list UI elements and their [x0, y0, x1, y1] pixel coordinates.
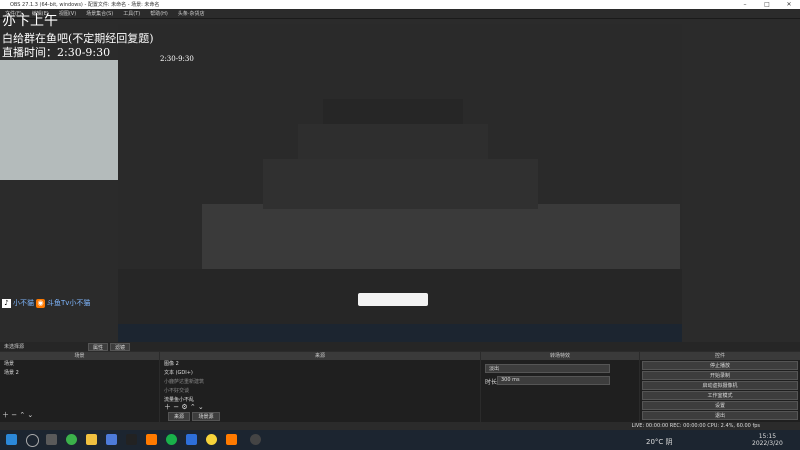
overlay-title: 亦卞上午 [2, 13, 58, 29]
start-icon[interactable] [6, 434, 17, 445]
stop-stream-button[interactable]: 停止播放 [642, 361, 798, 370]
properties-button[interactable]: 属性 [88, 343, 108, 351]
source-item[interactable]: 流量鱼小不乱 [160, 396, 480, 405]
overlay-schedule-small: 2:30-9:30 [160, 55, 194, 63]
nested-window-5 [323, 99, 463, 124]
source-item[interactable]: 小鹿萨达重新建筑 [160, 378, 480, 387]
obs-icon[interactable] [250, 434, 261, 445]
menu-help[interactable]: 帮助(H) [145, 9, 173, 18]
tab-scene-sources[interactable]: 场景源 [192, 412, 220, 421]
close-button[interactable]: ✕ [778, 0, 800, 9]
scene-item[interactable]: 场景 2 [0, 369, 159, 378]
minimize-button[interactable]: – [734, 0, 756, 9]
start-recording-button[interactable]: 开始录制 [642, 371, 798, 380]
brand-name-2: 斗鱼Tv小不猫 [47, 299, 91, 307]
nested-window-3 [263, 159, 538, 209]
window-title: OBS 27.1.3 (64-bit, windows) - 配置文件: 未命名… [10, 2, 160, 8]
status-text: LIVE: 00:00:00 REC: 00:00:00 CPU: 2.4%, … [631, 423, 760, 429]
taskview-icon[interactable] [46, 434, 57, 445]
controls-header: 控件 [640, 352, 800, 360]
settings-button[interactable]: 设置 [642, 401, 798, 410]
transitions-header: 转场特效 [481, 352, 639, 360]
start-virtual-camera-button[interactable]: 启动虚拟摄像机 [642, 381, 798, 390]
nested-ime-toolbar [358, 293, 428, 306]
search-icon[interactable] [26, 434, 39, 447]
transition-select[interactable]: 淡出 [485, 364, 610, 373]
overlay-schedule: 直播时间：2:30-9:30 [2, 46, 111, 59]
duration-input[interactable]: 300 ms [497, 376, 610, 385]
weather-text[interactable]: 20°C 阴 [646, 437, 673, 447]
app-icon-5[interactable] [206, 434, 217, 445]
scene-item[interactable]: 场景 [0, 360, 159, 369]
menu-scene-collection[interactable]: 场景集合(S) [81, 9, 118, 18]
source-controls[interactable]: ＋ − ⚙ ⌃ ⌄ [164, 402, 204, 412]
no-source-label: 未选择源 [4, 344, 25, 350]
windows-taskbar [0, 430, 800, 450]
source-item[interactable]: 小不好交谈 [160, 387, 480, 396]
app-icon-1[interactable] [86, 434, 97, 445]
clock[interactable]: 15:15 2022/3/20 [752, 433, 783, 447]
menu-extra[interactable]: 头条·杂货店 [173, 9, 210, 18]
duration-label: 时长 [485, 379, 498, 386]
clock-time: 15:15 [758, 433, 777, 440]
app-icon-2[interactable] [106, 434, 117, 445]
menu-tools[interactable]: 工具(T) [118, 9, 145, 18]
status-bar: LIVE: 00:00:00 REC: 00:00:00 CPU: 2.4%, … [0, 423, 800, 430]
nested-window-2 [202, 204, 680, 274]
douyu-icon: ◉ [36, 298, 45, 308]
tab-sources[interactable]: 来源 [168, 412, 190, 421]
studio-mode-button[interactable]: 工作室模式 [642, 391, 798, 400]
brand-badges: ♪ 小不貓 ◉ 斗鱼Tv小不猫 [2, 298, 90, 308]
source-toolbar: 未选择源 属性 滤镜 [0, 342, 800, 351]
transitions-dock: 转场特效 淡出 时长 300 ms [481, 352, 639, 422]
wechat-icon[interactable] [166, 434, 177, 445]
maximize-button[interactable]: □ [756, 0, 778, 9]
filters-button[interactable]: 滤镜 [110, 343, 130, 351]
app-icon-6[interactable] [226, 434, 237, 445]
menu-bar: 文件(F) 编辑(E) 视图(V) 场景集合(S) 工具(T) 帮助(H) 头条… [0, 9, 800, 19]
scenes-dock: 场景 场景 场景 2 ＋ − ⌃ ⌄ [0, 352, 159, 422]
nested-taskbar [118, 324, 682, 342]
sources-header: 来源 [160, 352, 480, 360]
app-icon-4[interactable] [186, 434, 197, 445]
source-item[interactable]: 文本 (GDI+) [160, 369, 480, 378]
source-item[interactable]: 图像 2 [160, 360, 480, 369]
controls-dock: 控件 停止播放 开始录制 启动虚拟摄像机 工作室模式 设置 退出 [640, 352, 800, 422]
nested-window-4 [298, 124, 488, 159]
brand-name-1: 小不貓 [13, 299, 34, 307]
scene-controls[interactable]: ＋ − ⌃ ⌄ [2, 410, 33, 420]
preview-canvas [118, 24, 682, 342]
tiktok-icon: ♪ [2, 298, 11, 308]
app-icon-3[interactable] [146, 434, 157, 445]
scenes-header: 场景 [0, 352, 159, 360]
sources-dock: 来源 图像 2 文本 (GDI+) 小鹿萨达重新建筑 小不好交谈 流量鱼小不乱 … [160, 352, 480, 422]
window-titlebar: OBS 27.1.3 (64-bit, windows) - 配置文件: 未命名… [0, 0, 800, 9]
steam-icon[interactable] [126, 434, 137, 445]
exit-button[interactable]: 退出 [642, 411, 798, 420]
clock-date: 2022/3/20 [752, 440, 783, 447]
chrome-icon[interactable] [66, 434, 77, 445]
